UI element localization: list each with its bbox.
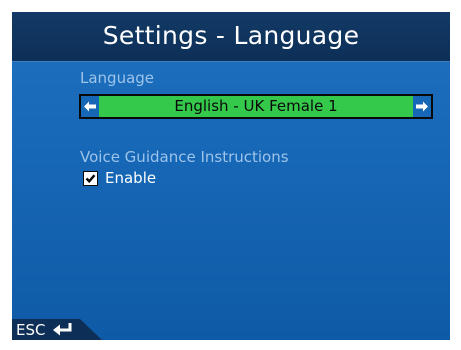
esc-back-button[interactable]: ESC (12, 319, 102, 340)
right-arrow-icon (416, 101, 428, 112)
voice-guidance-label: Voice Guidance Instructions (80, 148, 289, 166)
language-value: English - UK Female 1 (174, 97, 338, 115)
settings-screen: Settings - Language Language English - U… (12, 12, 450, 340)
enable-label: Enable (105, 169, 157, 187)
checkmark-icon (85, 174, 96, 184)
language-selector[interactable]: English - UK Female 1 (79, 94, 433, 119)
next-language-button[interactable] (413, 96, 431, 117)
enable-checkbox[interactable] (83, 171, 98, 186)
esc-label: ESC (16, 321, 46, 339)
language-label: Language (80, 69, 155, 87)
title-bar: Settings - Language (12, 12, 450, 62)
page-title: Settings - Language (102, 21, 360, 50)
return-arrow-icon (53, 323, 72, 336)
